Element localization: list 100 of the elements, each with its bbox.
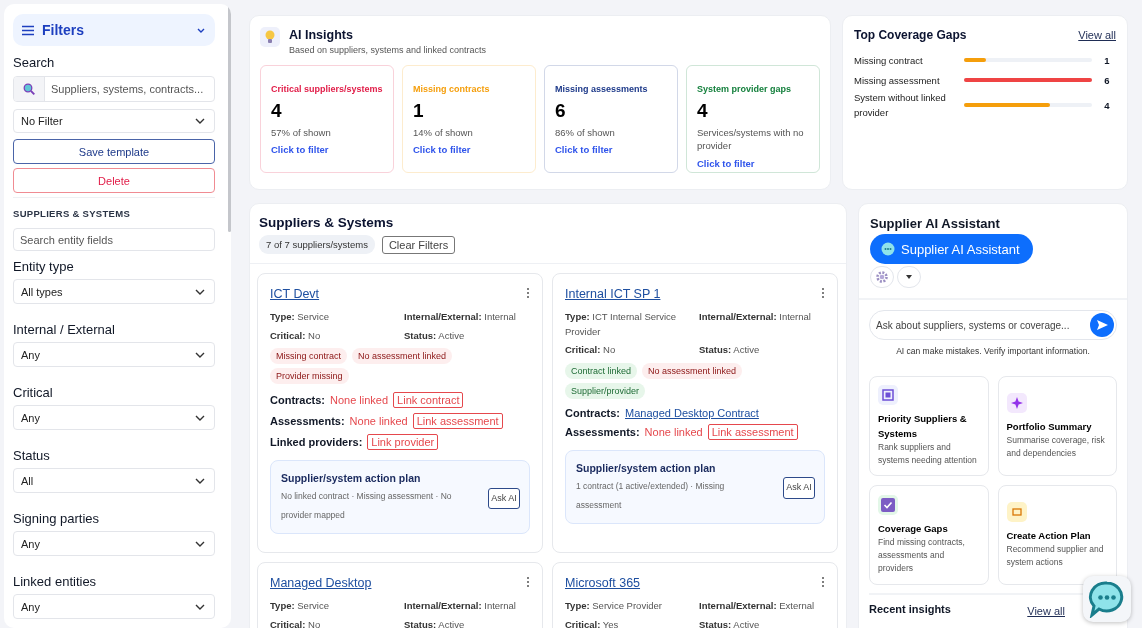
- entity-name-link[interactable]: ICT Devt: [270, 287, 320, 301]
- insight-card[interactable]: System provider gaps 4 Services/systems with no provider Click to filter: [686, 65, 820, 173]
- delete-button[interactable]: Delete: [13, 168, 215, 193]
- chat-icon: [881, 242, 895, 256]
- dropdown[interactable]: Any: [13, 531, 215, 556]
- link-button[interactable]: Link provider: [367, 434, 439, 450]
- template-dropdown[interactable]: No Filter: [13, 109, 215, 133]
- status-tag: No assessment linked: [642, 362, 743, 379]
- plan-text: No linked contract · Missing assessment · No provider mapped: [281, 490, 453, 522]
- card-note: 86% of shown: [555, 126, 616, 140]
- filter-link[interactable]: Click to filter: [271, 144, 329, 156]
- gap-label: Missing assessment: [854, 73, 941, 88]
- entity-field: Critical: No: [270, 328, 404, 343]
- link-label: Assessments:: [565, 425, 640, 438]
- card-value: 4: [271, 100, 283, 122]
- ask-ai-button[interactable]: Ask AI: [783, 477, 815, 499]
- ask-ai-button[interactable]: Ask AI: [488, 487, 520, 510]
- entity-field: Internal/External: External: [699, 599, 825, 614]
- panel-subtitle: Based on suppliers, systems and linked contracts: [289, 45, 487, 55]
- quick-action-card[interactable]: Portfolio Summary Summarise coverage, risk and dependencies: [997, 376, 1117, 476]
- search-field[interactable]: Search entity fields: [13, 228, 215, 251]
- search-box[interactable]: Suppliers, systems, contracts...: [13, 76, 215, 102]
- entity-field: Type: Service Provider: [565, 599, 699, 614]
- more-icon[interactable]: [526, 576, 530, 588]
- filter-link[interactable]: Click to filter: [413, 144, 471, 156]
- entity-name-link[interactable]: Internal ICT SP 1: [565, 287, 661, 301]
- dropdown[interactable]: Any: [13, 342, 215, 367]
- more-icon[interactable]: [821, 576, 825, 588]
- entity-field: Critical: No: [270, 617, 404, 628]
- chevron-icon: [195, 118, 205, 124]
- status-tag: Contract linked: [565, 362, 638, 379]
- panel-title: AI Insights: [289, 28, 354, 42]
- dropdown-button[interactable]: [897, 266, 921, 288]
- send-icon: [1096, 320, 1108, 330]
- missing-value: None linked: [330, 394, 389, 406]
- link-label: Contracts:: [565, 406, 620, 419]
- entity-field: Critical: Yes: [565, 617, 699, 628]
- chevron-icon: [195, 477, 205, 484]
- send-button[interactable]: [1090, 313, 1114, 337]
- entity-field: Internal/External: Internal: [404, 599, 530, 614]
- dropdown[interactable]: Any: [13, 594, 215, 619]
- plan-title: Supplier/system action plan: [281, 472, 422, 484]
- gap-label: Missing contract: [854, 53, 924, 68]
- action-description: Find missing contracts, assessments and providers: [878, 536, 966, 575]
- chevron-icon: [195, 288, 205, 295]
- field-label: Status: [13, 448, 51, 463]
- missing-value: None linked: [644, 425, 703, 438]
- filters-header[interactable]: Filters: [13, 14, 215, 46]
- gap-count: 1: [1103, 54, 1111, 66]
- field-label: Entity type: [13, 259, 75, 274]
- chevron-icon: [197, 27, 205, 33]
- save-button[interactable]: Save template: [13, 139, 215, 164]
- caret-icon: [906, 275, 912, 279]
- insight-card[interactable]: Critical suppliers/systems 4 57% of shown Click to filter: [260, 65, 394, 173]
- link-button[interactable]: Link contract: [393, 392, 464, 408]
- entity-field: Type: ICT Internal Service Provider: [565, 310, 699, 339]
- menu-icon: [22, 24, 34, 36]
- quick-action-card[interactable]: Priority Suppliers & Systems Rank suppliers and systems needing attention: [869, 376, 989, 476]
- dropdown[interactable]: All types: [13, 279, 215, 304]
- entity-field: Status: Active: [699, 343, 825, 358]
- disclaimer-text: AI can make mistakes. Verify important information.: [895, 346, 1091, 356]
- checkbox-icon: [878, 495, 898, 515]
- more-icon[interactable]: [526, 287, 530, 299]
- gap-label: System without linked provider: [854, 91, 947, 120]
- action-title: Portfolio Summary: [1006, 419, 1093, 434]
- link-label: Assessments:: [270, 415, 345, 427]
- panel-title: Supplier AI Assistant: [870, 216, 1001, 231]
- entity-field: Type: Service: [270, 310, 404, 325]
- card-value: 1: [413, 100, 425, 122]
- link-button[interactable]: Link assessment: [412, 413, 503, 429]
- card-title: System provider gaps: [697, 84, 793, 94]
- chevron-icon: [195, 414, 205, 421]
- settings-button[interactable]: [870, 266, 894, 288]
- contract-link[interactable]: Managed Desktop Contract: [625, 406, 759, 419]
- entity-field: Internal/External: Internal: [404, 310, 530, 325]
- quick-action-card[interactable]: Coverage Gaps Find missing contracts, assessments and providers: [869, 485, 989, 585]
- card-value: 4: [697, 100, 709, 122]
- chevron-icon: [195, 351, 205, 358]
- view-all-link[interactable]: View all: [1078, 29, 1116, 41]
- dropdown[interactable]: All: [13, 468, 215, 493]
- insight-card[interactable]: Missing assessments 6 86% of shown Click to filter: [544, 65, 678, 173]
- link-button[interactable]: Link assessment: [707, 423, 798, 440]
- search-icon: [23, 83, 35, 95]
- chat-button[interactable]: [1083, 576, 1131, 622]
- gap-count: 4: [1103, 99, 1111, 111]
- plan-title: Supplier/system action plan: [576, 461, 717, 474]
- assistant-button[interactable]: Supplier AI Assistant: [870, 234, 1033, 264]
- insight-card[interactable]: Missing contracts 1 14% of shown Click to filter: [402, 65, 536, 173]
- action-description: Recommend supplier and system actions: [1006, 542, 1105, 569]
- view-all-link[interactable]: View all: [1027, 605, 1065, 617]
- search-field[interactable]: Suppliers, systems, contracts...: [45, 77, 214, 101]
- card-note: 14% of shown: [413, 126, 474, 140]
- field-label: Search: [13, 55, 56, 70]
- dropdown[interactable]: Any: [13, 405, 215, 430]
- entity-name-link[interactable]: Managed Desktop: [270, 576, 372, 590]
- filter-link[interactable]: Click to filter: [697, 157, 755, 169]
- entity-name-link[interactable]: Microsoft 365: [565, 576, 641, 590]
- filter-link[interactable]: Click to filter: [555, 144, 613, 156]
- more-icon[interactable]: [821, 287, 825, 299]
- clear-filters-button[interactable]: Clear Filters: [381, 235, 456, 254]
